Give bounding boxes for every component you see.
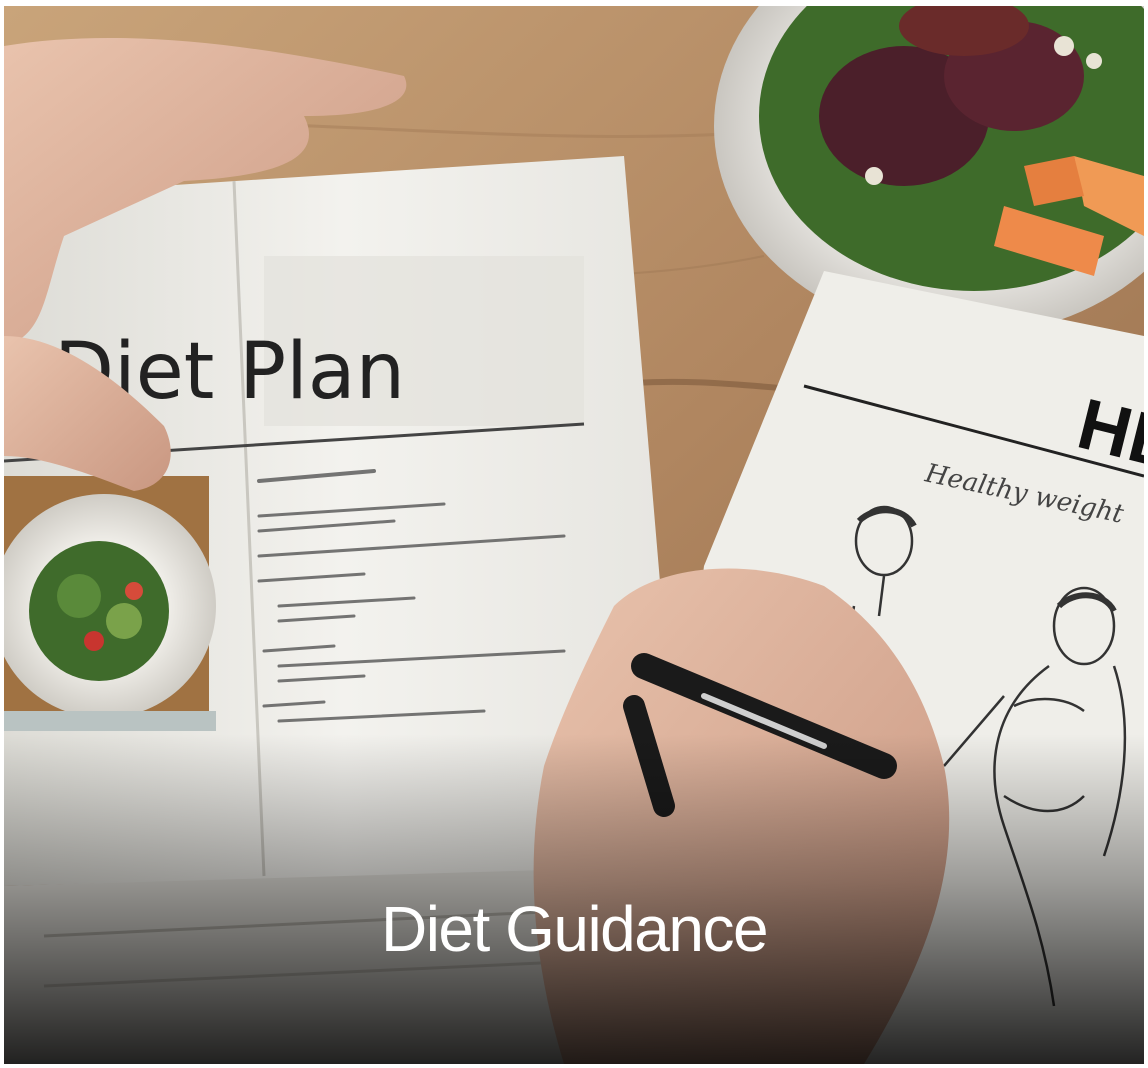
diet-guidance-card[interactable]: HE Healthy weight Diet Plan Diet Guidanc… (4, 6, 1144, 1064)
card-caption: Diet Guidance (380, 893, 769, 965)
